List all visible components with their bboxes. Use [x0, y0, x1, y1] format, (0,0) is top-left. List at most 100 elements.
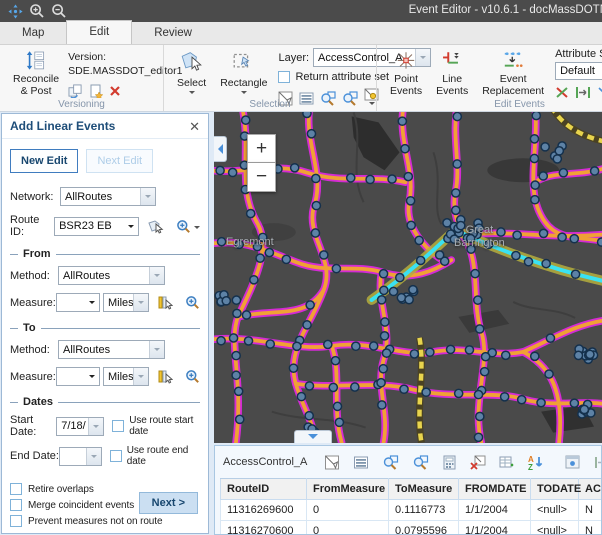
event-point[interactable] — [236, 415, 244, 423]
event-point[interactable] — [531, 196, 539, 204]
event-point[interactable] — [474, 433, 482, 441]
table-row[interactable]: 1131626960000.1116773 1/1/2004<null>N — [221, 500, 602, 521]
event-point[interactable] — [404, 172, 412, 180]
event-point[interactable] — [524, 258, 532, 266]
event-point[interactable] — [303, 321, 311, 329]
event-point[interactable] — [542, 260, 550, 268]
event-point[interactable] — [216, 166, 224, 174]
col-todate[interactable]: TODATE — [531, 479, 579, 500]
from-method-combobox[interactable]: AllRoutes — [58, 266, 165, 285]
event-point[interactable] — [532, 112, 540, 120]
grid-calculate-icon[interactable] — [442, 455, 457, 470]
event-point[interactable] — [398, 117, 406, 125]
prevent-measures-checkbox[interactable] — [10, 515, 22, 527]
event-point[interactable] — [307, 130, 315, 138]
event-point[interactable] — [312, 201, 320, 209]
event-replacement-button[interactable]: Event Replacement — [479, 49, 547, 98]
event-point[interactable] — [244, 337, 252, 345]
event-point[interactable] — [407, 197, 415, 205]
event-point[interactable] — [305, 412, 313, 420]
next-button[interactable]: Next > — [139, 492, 198, 514]
from-units-combobox[interactable]: Miles — [103, 293, 149, 312]
delete-version-icon[interactable] — [109, 85, 121, 97]
event-point[interactable] — [242, 311, 250, 319]
event-point[interactable] — [501, 393, 509, 401]
event-point[interactable] — [545, 370, 553, 378]
event-point[interactable] — [306, 301, 314, 309]
event-point[interactable] — [426, 348, 434, 356]
event-point[interactable] — [397, 294, 405, 302]
event-point[interactable] — [381, 318, 389, 326]
grid-show-selected-icon[interactable] — [353, 455, 369, 470]
from-measure-on-map-icon[interactable] — [158, 295, 173, 310]
event-point[interactable] — [400, 385, 408, 393]
route-id-combobox[interactable]: BSR23 EB — [54, 217, 139, 236]
zoom-to-route-icon[interactable] — [176, 219, 200, 234]
network-combobox[interactable]: AllRoutes — [60, 187, 156, 206]
event-point[interactable] — [289, 364, 297, 372]
event-point[interactable] — [232, 296, 240, 304]
event-point[interactable] — [539, 229, 547, 237]
event-point[interactable] — [329, 383, 337, 391]
event-point[interactable] — [455, 389, 463, 397]
tab-map[interactable]: Map — [6, 23, 60, 44]
return-attribute-set-checkbox[interactable] — [278, 71, 290, 83]
map-zoom-out-button[interactable]: − — [247, 163, 276, 192]
event-point[interactable] — [570, 399, 578, 407]
event-point[interactable] — [382, 349, 390, 357]
reconcile-post-button[interactable]: Reconcile & Post — [10, 49, 62, 98]
event-point[interactable] — [380, 286, 388, 294]
event-point[interactable] — [410, 350, 418, 358]
event-point[interactable] — [370, 342, 378, 350]
event-point[interactable] — [452, 206, 460, 214]
event-point[interactable] — [229, 334, 237, 342]
grid-identify-icon[interactable] — [565, 455, 581, 470]
event-point[interactable] — [222, 297, 230, 305]
event-point[interactable] — [555, 147, 563, 155]
grid-add-records-icon[interactable] — [499, 455, 515, 470]
map-zoom-in-button[interactable]: + — [247, 134, 276, 163]
rectangle-dropdown-caret[interactable] — [241, 91, 247, 97]
trim-event-icon[interactable] — [597, 86, 602, 99]
col-frommeasure[interactable]: FromMeasure — [307, 479, 389, 500]
col-fromdate[interactable]: FROMDATE — [459, 479, 531, 500]
event-point[interactable] — [266, 340, 274, 348]
map-view[interactable]: Egremont GreatBarrington + − — [214, 112, 602, 443]
event-point[interactable] — [303, 112, 311, 118]
event-point[interactable] — [476, 325, 484, 333]
event-point[interactable] — [366, 175, 374, 183]
event-point[interactable] — [352, 342, 360, 350]
collapse-panel-bottom-button[interactable] — [294, 430, 332, 443]
close-icon[interactable]: ✕ — [189, 120, 200, 133]
event-point[interactable] — [531, 181, 539, 189]
event-point[interactable] — [389, 287, 397, 295]
zoom-route-caret[interactable] — [194, 226, 200, 232]
event-point[interactable] — [247, 209, 255, 217]
event-point[interactable] — [598, 238, 602, 246]
to-measure-combobox[interactable] — [56, 367, 100, 386]
event-point[interactable] — [558, 233, 566, 241]
event-point[interactable] — [453, 160, 461, 168]
col-tomeasure[interactable]: ToMeasure — [389, 479, 459, 500]
use-route-start-date-checkbox[interactable] — [112, 420, 124, 432]
from-zoom-icon[interactable] — [185, 295, 200, 310]
event-point[interactable] — [553, 155, 561, 163]
select-button[interactable]: Select — [174, 49, 209, 98]
extend-event-icon[interactable] — [575, 86, 591, 99]
use-route-end-date-checkbox[interactable] — [110, 450, 122, 462]
select-dropdown-caret[interactable] — [189, 91, 195, 97]
event-point[interactable] — [379, 365, 387, 373]
zoom-out-icon[interactable] — [50, 2, 68, 20]
event-point[interactable] — [586, 350, 594, 358]
event-point[interactable] — [422, 388, 430, 396]
event-point[interactable] — [229, 168, 237, 176]
select-route-on-map-icon[interactable] — [148, 219, 164, 234]
event-point[interactable] — [541, 143, 549, 151]
merge-coincident-checkbox[interactable] — [10, 499, 22, 511]
tab-review[interactable]: Review — [138, 23, 208, 44]
change-version-icon[interactable] — [68, 84, 83, 98]
grid-zoom-to-selected-icon[interactable] — [382, 455, 399, 470]
event-point[interactable] — [474, 391, 482, 399]
grid-pan-to-selected-icon[interactable] — [412, 455, 429, 470]
event-point[interactable] — [481, 368, 489, 376]
